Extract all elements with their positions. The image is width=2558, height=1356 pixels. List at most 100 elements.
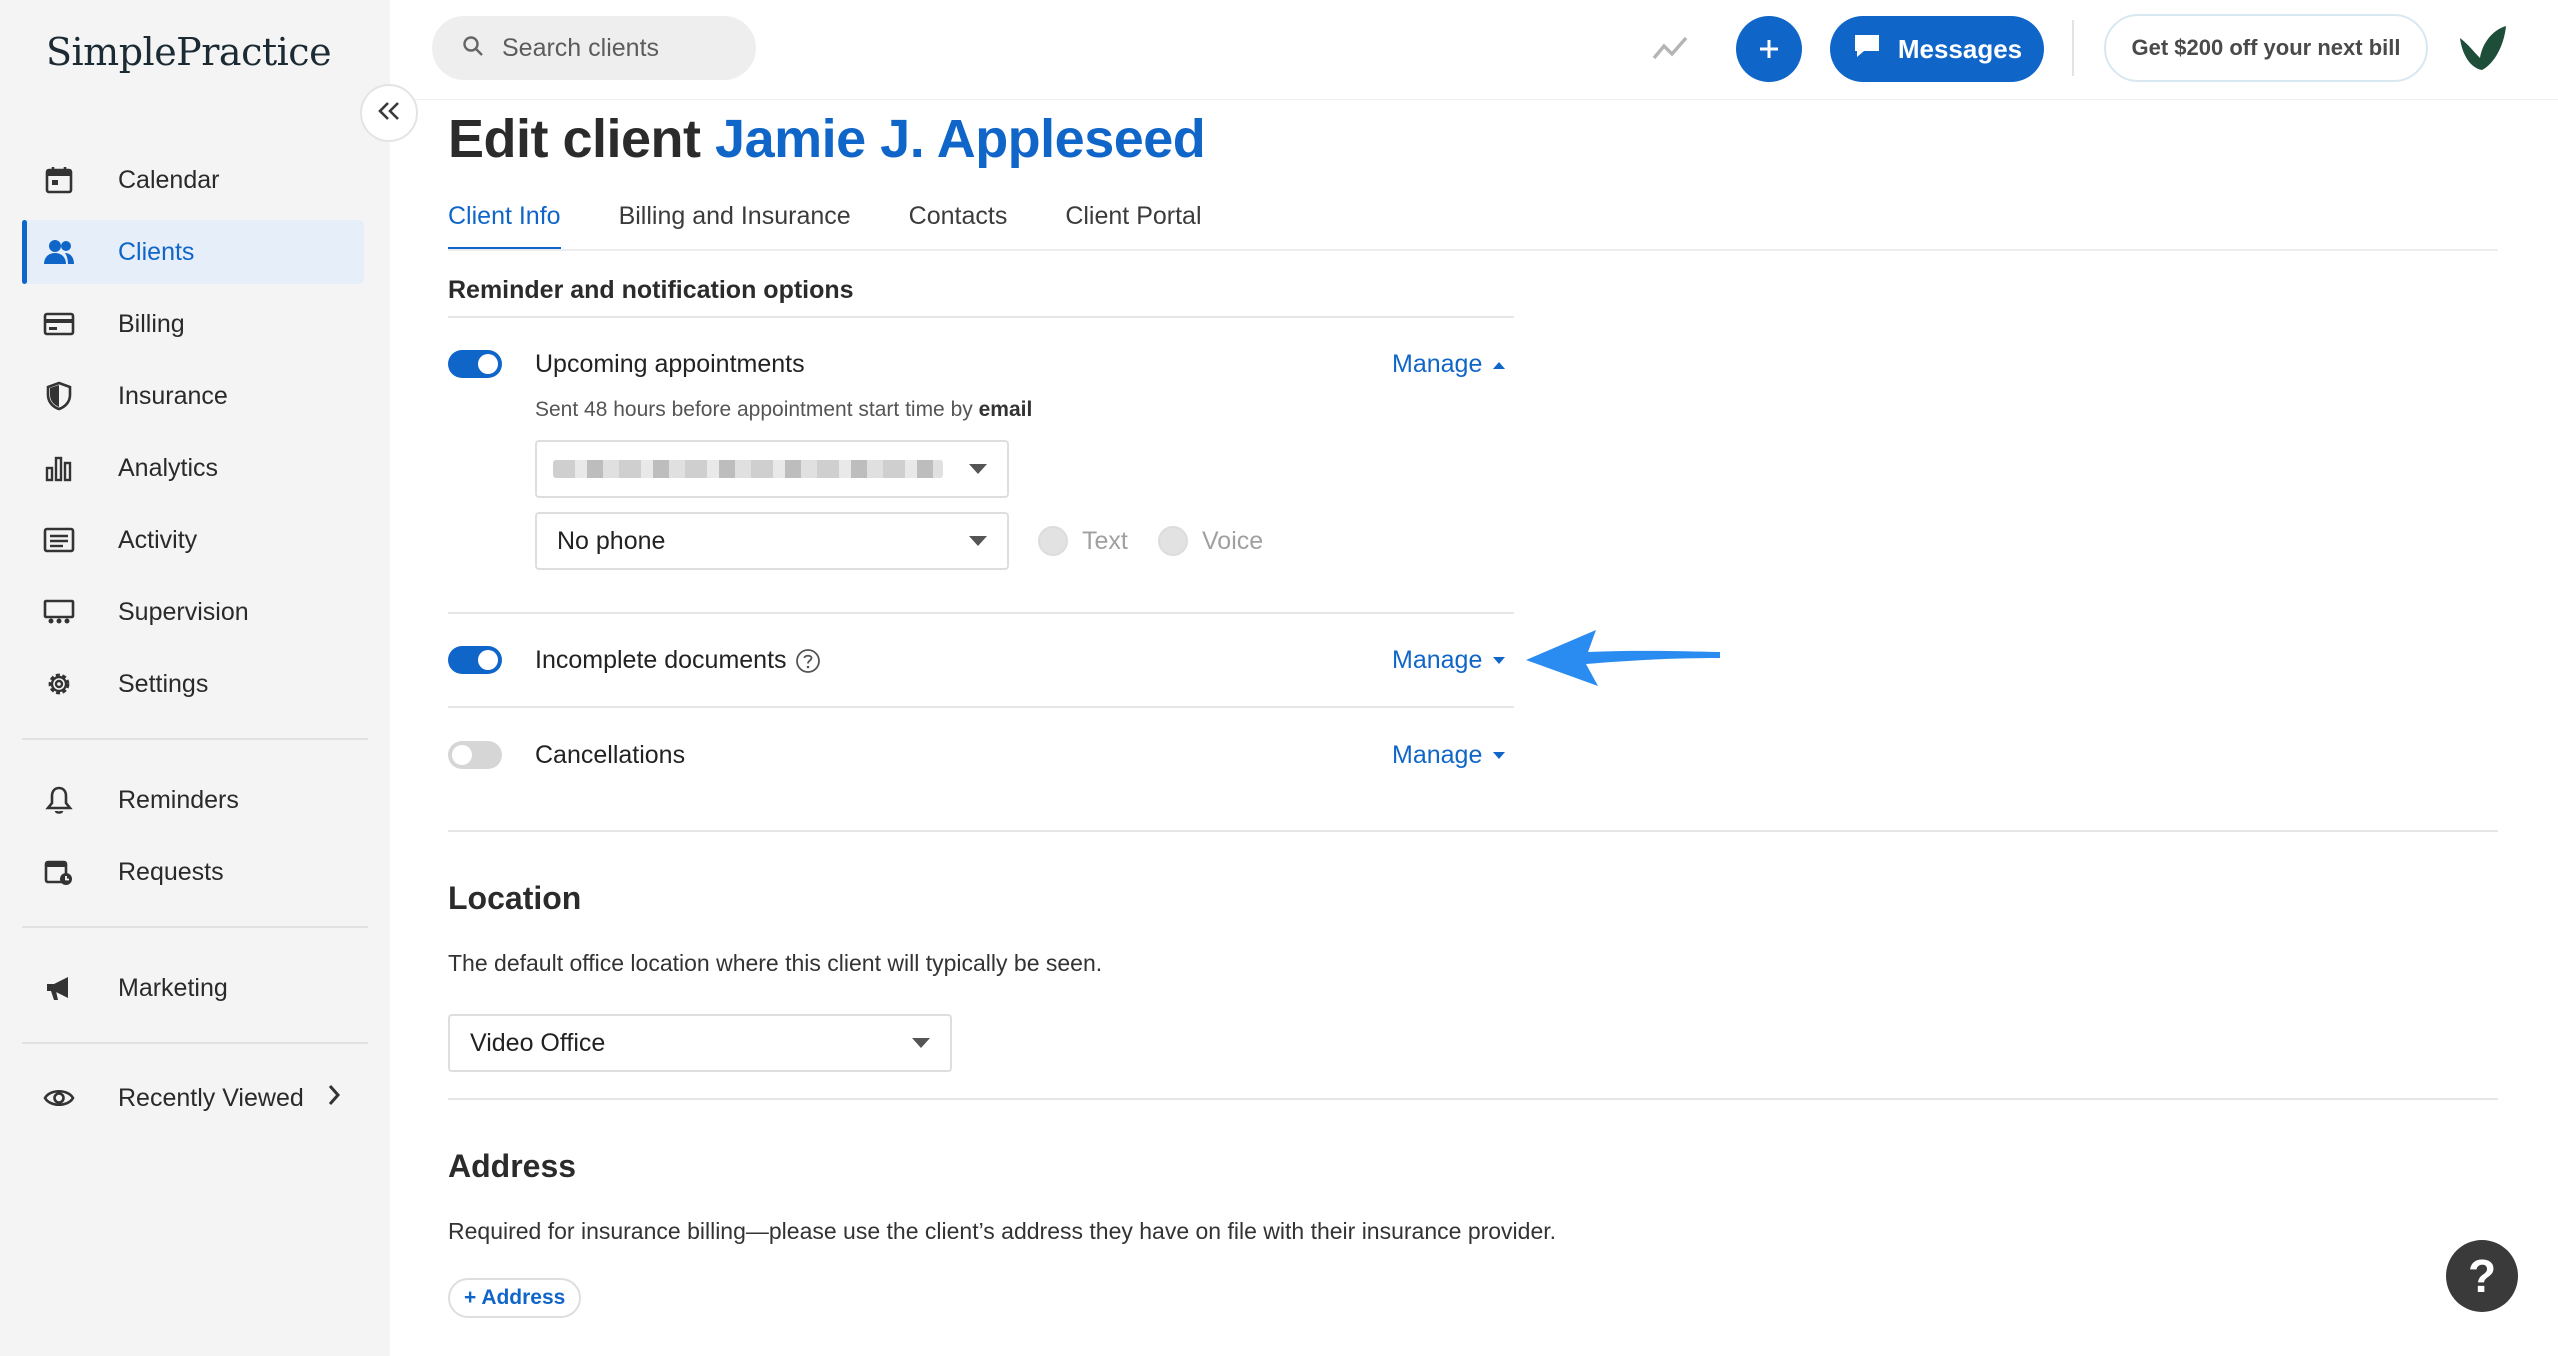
sidebar-item-label: Clients <box>118 237 195 266</box>
add-address-button[interactable]: + Address <box>448 1278 582 1318</box>
sidebar-item-activity[interactable]: Activity <box>22 508 364 572</box>
redacted-email-value <box>553 460 943 478</box>
chevron-right-icon <box>326 1082 342 1114</box>
tab-client-portal[interactable]: Client Portal <box>1065 202 1201 250</box>
activity-list-icon <box>42 523 76 557</box>
search-icon <box>462 35 484 62</box>
sidebar-divider <box>22 738 368 740</box>
supervision-icon <box>42 595 76 629</box>
question-circle-icon[interactable] <box>795 648 821 674</box>
manage-label: Manage <box>1392 350 1483 378</box>
sidebar-item-marketing[interactable]: Marketing <box>22 956 364 1020</box>
tab-bar: Client Info Billing and Insurance Contac… <box>448 202 1260 250</box>
tab-client-info[interactable]: Client Info <box>448 202 561 250</box>
upcoming-appointments-manage-link[interactable]: Manage <box>1392 350 1506 379</box>
manage-label: Manage <box>1392 741 1483 769</box>
sidebar-divider <box>22 1042 368 1044</box>
incomplete-documents-manage-link[interactable]: Manage <box>1392 646 1506 675</box>
sidebar-item-settings[interactable]: Settings <box>22 652 364 716</box>
chevrons-left-icon <box>377 96 401 130</box>
sidebar-item-reminders[interactable]: Reminders <box>22 768 364 832</box>
address-title: Address <box>448 1148 577 1184</box>
sidebar-item-clients[interactable]: Clients <box>22 220 364 284</box>
trend-icon[interactable] <box>1650 28 1690 73</box>
sidebar-item-billing[interactable]: Billing <box>22 292 364 356</box>
sidebar-item-label: Marketing <box>118 973 228 1002</box>
sidebar-item-label: Billing <box>118 309 185 338</box>
sidebar-item-analytics[interactable]: Analytics <box>22 436 364 500</box>
sidebar-item-calendar[interactable]: Calendar <box>22 148 364 212</box>
description-channel: email <box>978 398 1033 421</box>
tab-billing-and-insurance[interactable]: Billing and Insurance <box>619 202 851 250</box>
cancellations-manage-link[interactable]: Manage <box>1392 741 1506 770</box>
calendar-request-icon <box>42 855 76 889</box>
upcoming-appointments-toggle[interactable] <box>448 350 502 378</box>
sidebar-item-label: Settings <box>118 669 209 698</box>
voice-radio-label: Voice <box>1202 527 1264 555</box>
page-title-prefix: Edit client <box>448 109 701 169</box>
messages-label: Messages <box>1897 33 2023 64</box>
section-divider <box>448 1098 2498 1100</box>
text-radio-label: Text <box>1082 527 1128 555</box>
sidebar-item-insurance[interactable]: Insurance <box>22 364 364 428</box>
megaphone-icon <box>42 971 76 1005</box>
sidebar-item-label: Calendar <box>118 165 220 194</box>
caret-down-icon <box>912 1038 930 1048</box>
bar-chart-icon <box>42 451 76 485</box>
help-button[interactable]: ? <box>2446 1240 2518 1312</box>
shield-icon <box>42 379 76 413</box>
sidebar-item-label: Recently Viewed <box>118 1083 304 1112</box>
voice-radio[interactable] <box>1158 526 1188 556</box>
caret-down-icon <box>1492 653 1506 669</box>
account-brand-icon[interactable] <box>2452 20 2512 81</box>
sidebar: SimplePractice Calendar Clients Billing … <box>0 0 390 1356</box>
sidebar-item-label: Insurance <box>118 381 228 410</box>
sidebar-divider <box>22 926 368 928</box>
create-new-button[interactable] <box>1736 16 1802 82</box>
phone-select-value: No phone <box>557 526 666 555</box>
simplepractice-logo[interactable]: SimplePractice <box>46 30 332 74</box>
phone-select[interactable]: No phone <box>535 512 1009 570</box>
sidebar-item-label: Supervision <box>118 597 249 626</box>
caret-down-icon <box>969 536 987 546</box>
topbar-divider <box>2072 20 2074 76</box>
search-bar[interactable] <box>432 16 756 80</box>
upcoming-appointments-label: Upcoming appointments <box>535 350 805 378</box>
text-radio[interactable] <box>1038 526 1068 556</box>
collapse-sidebar-button[interactable] <box>360 84 418 142</box>
messages-button[interactable]: Messages <box>1830 16 2044 82</box>
billing-icon <box>42 307 76 341</box>
cancellations-toggle[interactable] <box>448 741 502 769</box>
search-input[interactable] <box>502 33 742 63</box>
sidebar-item-label: Reminders <box>118 785 239 814</box>
incomplete-documents-label: Incomplete documents <box>535 646 787 674</box>
cancellations-label: Cancellations <box>535 741 686 769</box>
description-prefix: Sent 48 hours before appointment start t… <box>535 398 973 421</box>
location-select-value: Video Office <box>470 1028 606 1057</box>
sidebar-item-recently-viewed[interactable]: Recently Viewed <box>22 1066 364 1130</box>
address-description: Required for insurance billing—please us… <box>448 1218 1557 1244</box>
calendar-icon <box>42 163 76 197</box>
location-select[interactable]: Video Office <box>448 1014 952 1072</box>
caret-down-icon <box>1492 748 1506 764</box>
section-divider <box>448 316 1514 318</box>
sidebar-item-label: Activity <box>118 525 198 554</box>
sidebar-item-supervision[interactable]: Supervision <box>22 580 364 644</box>
client-name-link[interactable]: Jamie J. Appleseed <box>715 109 1206 169</box>
incomplete-documents-toggle[interactable] <box>448 646 502 674</box>
tab-contacts[interactable]: Contacts <box>909 202 1008 250</box>
sidebar-item-label: Analytics <box>118 453 219 482</box>
topbar-border <box>390 99 2558 100</box>
email-select[interactable] <box>535 440 1009 498</box>
page-title: Edit client Jamie J. Appleseed <box>448 108 1206 170</box>
plus-icon <box>1755 25 1783 73</box>
sidebar-item-requests[interactable]: Requests <box>22 840 364 904</box>
bell-icon <box>42 783 76 817</box>
promo-button[interactable]: Get $200 off your next bill <box>2104 14 2428 82</box>
sidebar-item-label: Requests <box>118 857 224 886</box>
caret-down-icon <box>969 464 987 474</box>
annotation-arrow-icon <box>1524 624 1724 703</box>
row-divider <box>448 612 1514 614</box>
location-description: The default office location where this c… <box>448 950 1103 976</box>
row-divider <box>448 706 1514 708</box>
